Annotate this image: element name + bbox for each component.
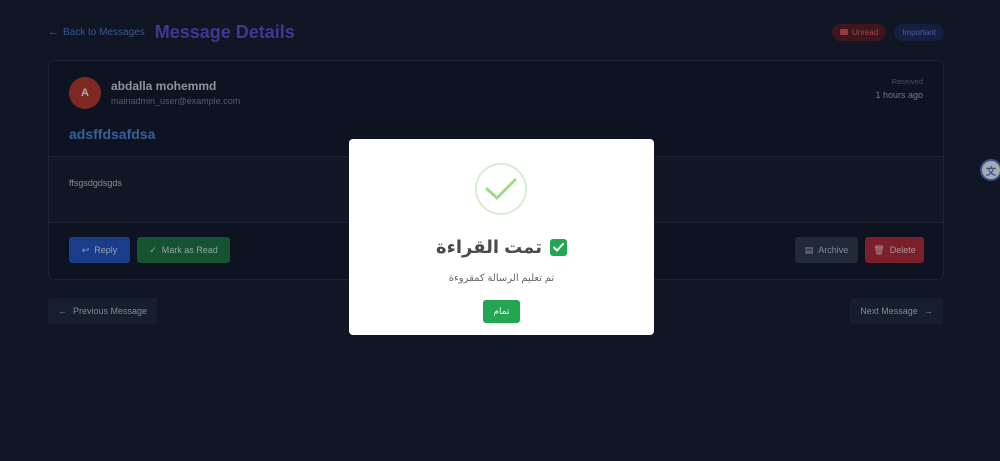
checkbox-checked-icon	[549, 239, 567, 256]
modal-confirm-button[interactable]: تمام	[483, 300, 520, 323]
modal-title: تمت القراءة	[436, 237, 542, 257]
success-check-icon	[475, 163, 527, 215]
modal-message: تم تعليم الرسالة كمقروءة	[448, 273, 555, 284]
success-check-glyph	[485, 178, 517, 200]
success-modal: تمت القراءة تم تعليم الرسالة كمقروءة تما…	[349, 139, 654, 335]
modal-title-row: تمت القراءة	[349, 237, 654, 258]
